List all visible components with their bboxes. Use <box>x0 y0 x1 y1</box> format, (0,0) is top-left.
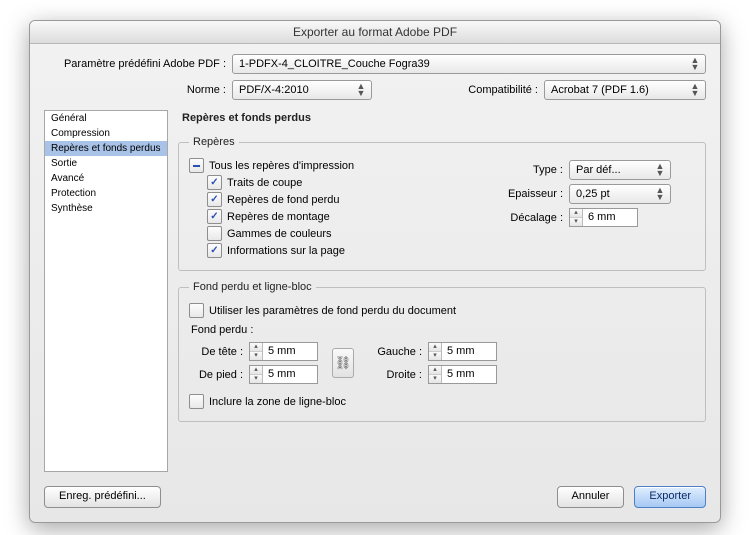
bleed-bottom-label: De pied : <box>189 369 249 381</box>
type-select[interactable]: Par déf... ▲▼ <box>569 160 671 180</box>
bleed-fieldset: Fond perdu et ligne-bloc Utiliser les pa… <box>178 281 706 422</box>
bleed-left-label: Gauche : <box>368 346 428 358</box>
sidebar-item-output[interactable]: Sortie <box>45 156 167 171</box>
dialog-window: Exporter au format Adobe PDF Paramètre p… <box>29 20 721 523</box>
sidebar-item-advanced[interactable]: Avancé <box>45 171 167 186</box>
sidebar-item-protection[interactable]: Protection <box>45 186 167 201</box>
link-icon[interactable]: ⛓ <box>332 348 354 378</box>
norme-value: PDF/X-4:2010 <box>239 84 309 96</box>
bleed-left-stepper[interactable]: ▴▾5 mm <box>428 342 497 361</box>
updown-icon: ▲▼ <box>689 57 701 71</box>
bleed-right-label: Droite : <box>368 369 428 381</box>
window-title: Exporter au format Adobe PDF <box>293 25 457 39</box>
compat-value: Acrobat 7 (PDF 1.6) <box>551 84 649 96</box>
offset-label: Décalage : <box>495 212 569 224</box>
preset-select[interactable]: 1-PDFX-4_CLOITRE_Couche Fogra39 ▲▼ <box>232 54 706 74</box>
titlebar: Exporter au format Adobe PDF <box>30 21 720 44</box>
bleed-legend: Fond perdu et ligne-bloc <box>189 281 316 293</box>
checkbox-icon <box>207 226 222 241</box>
updown-icon: ▲▼ <box>689 83 701 97</box>
include-slug-check[interactable]: Inclure la zone de ligne-bloc <box>189 394 695 409</box>
use-doc-bleed-check[interactable]: Utiliser les paramètres de fond perdu du… <box>189 303 695 318</box>
compat-select[interactable]: Acrobat 7 (PDF 1.6) ▲▼ <box>544 80 706 100</box>
sidebar-item-compression[interactable]: Compression <box>45 126 167 141</box>
bleed-marks-check[interactable]: Repères de fond perdu <box>207 192 481 207</box>
bleed-top-stepper[interactable]: ▴▾5 mm <box>249 342 318 361</box>
all-marks-check[interactable]: Tous les repères d'impression <box>189 158 481 173</box>
bleed-right-stepper[interactable]: ▴▾5 mm <box>428 365 497 384</box>
marks-fieldset: Repères Tous les repères d'impression Tr… <box>178 136 706 271</box>
checkbox-icon <box>189 303 204 318</box>
checkbox-icon <box>207 192 222 207</box>
checkbox-icon <box>207 209 222 224</box>
bleed-top-label: De tête : <box>189 346 249 358</box>
page-info-check[interactable]: Informations sur la page <box>207 243 481 258</box>
preset-value: 1-PDFX-4_CLOITRE_Couche Fogra39 <box>239 58 430 70</box>
mixed-checkbox-icon <box>189 158 204 173</box>
category-sidebar: Général Compression Repères et fonds per… <box>44 110 168 472</box>
color-bars-check[interactable]: Gammes de couleurs <box>207 226 481 241</box>
marks-legend: Repères <box>189 136 239 148</box>
norme-label: Norme : <box>44 84 232 96</box>
save-preset-button[interactable]: Enreg. prédéfini... <box>44 486 161 508</box>
sidebar-item-general[interactable]: Général <box>45 111 167 126</box>
bleed-heading: Fond perdu : <box>191 324 695 336</box>
sidebar-item-summary[interactable]: Synthèse <box>45 201 167 216</box>
updown-icon: ▲▼ <box>355 83 367 97</box>
checkbox-icon <box>189 394 204 409</box>
dialog-body: Paramètre prédéfini Adobe PDF : 1-PDFX-4… <box>30 44 720 522</box>
registration-marks-check[interactable]: Repères de montage <box>207 209 481 224</box>
checkbox-icon <box>207 175 222 190</box>
weight-select[interactable]: 0,25 pt ▲▼ <box>569 184 671 204</box>
weight-label: Epaisseur : <box>495 188 569 200</box>
section-title: Repères et fonds perdus <box>182 112 706 124</box>
bleed-bottom-stepper[interactable]: ▴▾5 mm <box>249 365 318 384</box>
export-button[interactable]: Exporter <box>634 486 706 508</box>
stepper-buttons[interactable]: ▴▾ <box>570 209 583 226</box>
preset-label: Paramètre prédéfini Adobe PDF : <box>44 58 232 70</box>
offset-stepper[interactable]: ▴▾ 6 mm <box>569 208 638 227</box>
compat-label: Compatibilité : <box>468 84 544 96</box>
updown-icon: ▲▼ <box>654 163 666 177</box>
cancel-button[interactable]: Annuler <box>557 486 625 508</box>
checkbox-icon <box>207 243 222 258</box>
norme-select[interactable]: PDF/X-4:2010 ▲▼ <box>232 80 372 100</box>
sidebar-item-marks-bleeds[interactable]: Repères et fonds perdus <box>45 141 167 156</box>
crop-marks-check[interactable]: Traits de coupe <box>207 175 481 190</box>
updown-icon: ▲▼ <box>654 187 666 201</box>
type-label: Type : <box>495 164 569 176</box>
main-panel: Repères et fonds perdus Repères Tous les… <box>178 110 706 472</box>
